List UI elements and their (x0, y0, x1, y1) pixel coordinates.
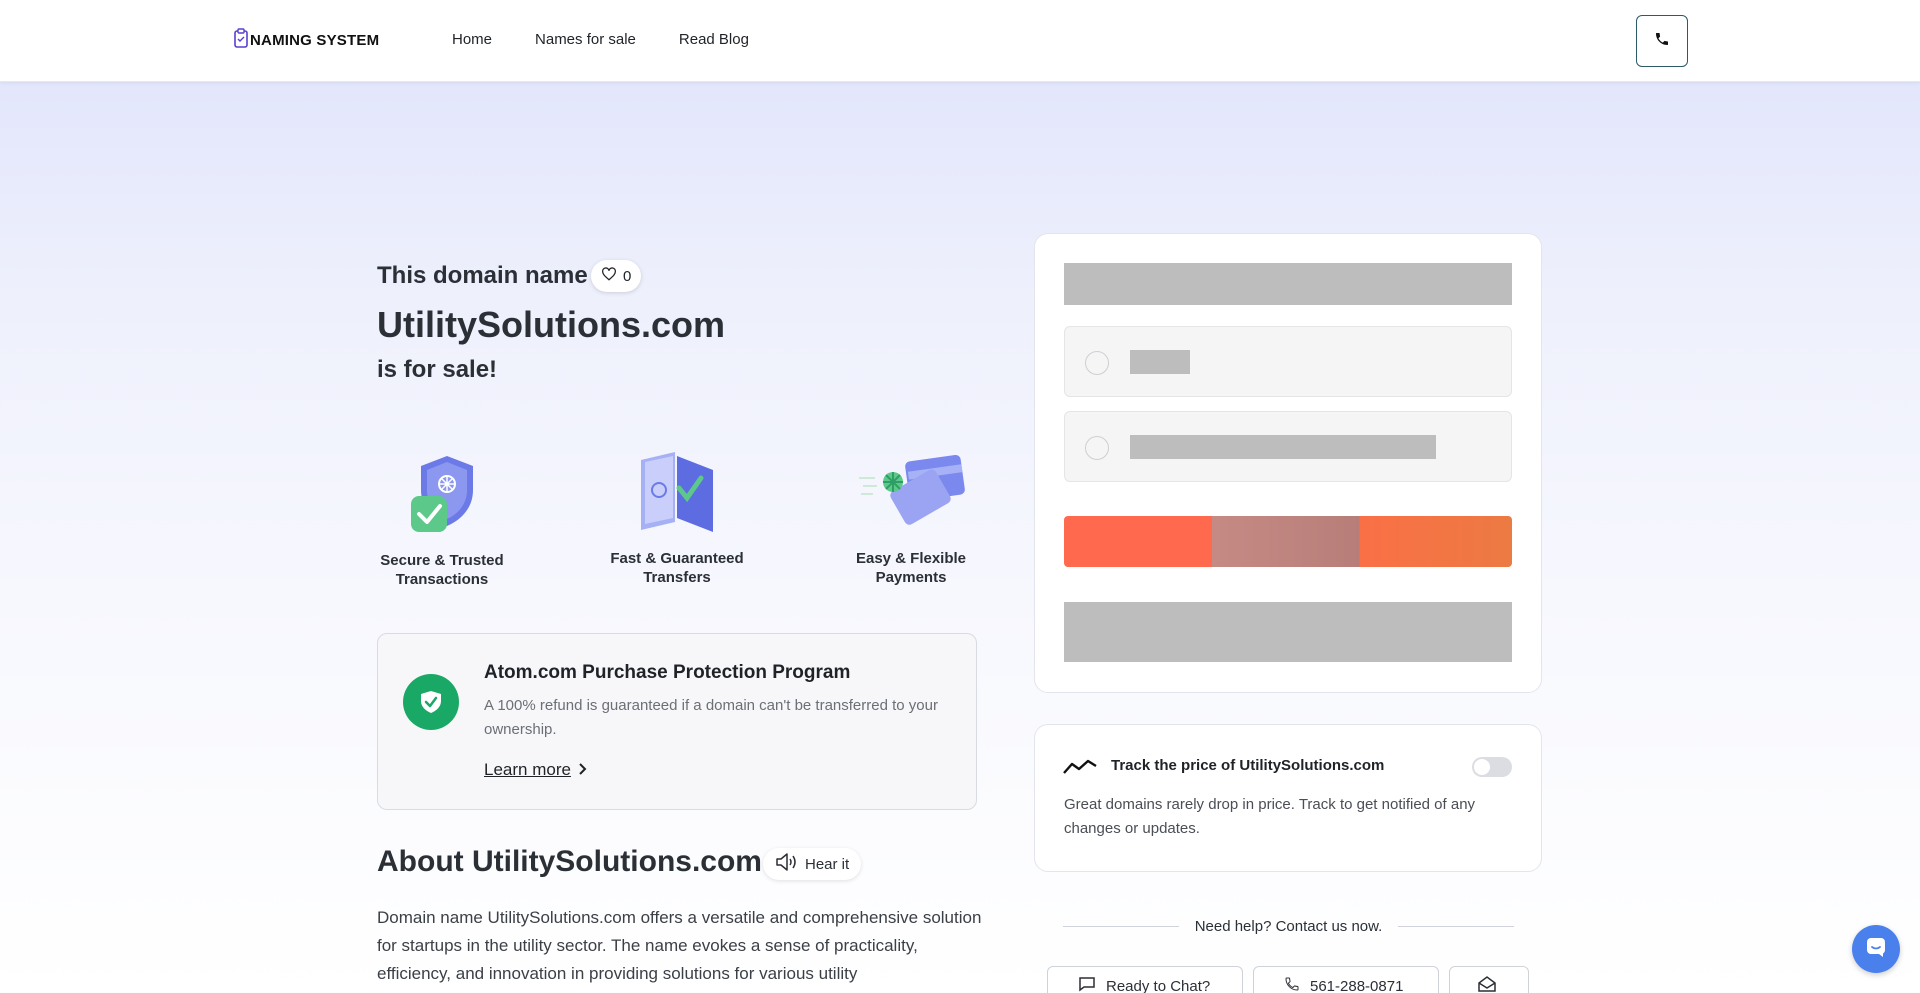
purchase-option-1[interactable] (1064, 326, 1512, 397)
protection-description: A 100% refund is guaranteed if a domain … (484, 697, 938, 738)
feature-transfers: Fast & Guaranteed Transfers (602, 448, 752, 587)
purchase-option-2[interactable] (1064, 411, 1512, 482)
feature-label: Easy & Flexible Payments (855, 550, 967, 586)
feature-label: Secure & Trusted Transactions (380, 552, 504, 588)
divider-line (1398, 926, 1514, 927)
phone-contact-button[interactable]: 561-288-0871 (1253, 966, 1439, 993)
phone-icon (1654, 31, 1670, 52)
contact-help-divider: Need help? Contact us now. (1063, 918, 1514, 935)
for-sale-text: is for sale! (377, 356, 498, 383)
site-logo[interactable]: NAMING SYSTEM (234, 28, 379, 53)
option-label-skeleton (1130, 350, 1190, 374)
track-price-card: Track the price of UtilitySolutions.com … (1034, 724, 1542, 872)
radio-button[interactable] (1085, 436, 1109, 460)
hear-it-button[interactable]: Hear it (763, 848, 862, 880)
trend-line-icon (1063, 757, 1097, 780)
feature-label: Fast & Guaranteed Transfers (610, 550, 744, 586)
option-label-skeleton (1130, 435, 1436, 459)
phone-icon (1284, 976, 1300, 993)
phone-number: 561-288-0871 (1310, 977, 1404, 993)
shield-check-badge-icon (403, 674, 459, 730)
transfer-folders-icon (627, 452, 727, 542)
payment-cards-icon (851, 454, 971, 542)
hero-intro: This domain name (377, 262, 588, 289)
nav-home[interactable]: Home (452, 31, 492, 48)
buy-now-button[interactable] (1064, 516, 1512, 567)
like-button[interactable]: 0 (591, 260, 642, 292)
purchase-protection-box: Atom.com Purchase Protection Program A 1… (377, 633, 977, 810)
secondary-button-skeleton[interactable] (1064, 602, 1512, 662)
chat-widget-icon (1865, 936, 1887, 963)
feature-payments: Easy & Flexible Payments (836, 448, 986, 587)
radio-button[interactable] (1085, 351, 1109, 375)
like-count: 0 (623, 267, 632, 285)
hear-it-label: Hear it (805, 855, 850, 873)
track-price-toggle[interactable] (1472, 757, 1512, 777)
heart-icon (601, 267, 617, 285)
call-button[interactable] (1636, 15, 1688, 67)
chat-label: Ready to Chat? (1106, 977, 1211, 993)
shield-check-icon (397, 456, 487, 544)
chat-button[interactable]: Ready to Chat? (1047, 966, 1243, 993)
domain-name-title: UtilitySolutions.com (377, 304, 726, 345)
nav-names-for-sale[interactable]: Names for sale (535, 31, 636, 48)
envelope-open-icon (1478, 976, 1496, 993)
chat-bubble-icon (1078, 976, 1096, 993)
learn-more-label: Learn more (484, 760, 571, 779)
email-contact-button[interactable] (1449, 966, 1529, 993)
about-title: About UtilitySolutions.com (377, 845, 762, 878)
divider-line (1063, 926, 1179, 927)
purchase-card (1034, 233, 1542, 693)
feature-secure: Secure & Trusted Transactions (367, 450, 517, 589)
about-description: Domain name UtilitySolutions.com offers … (377, 908, 982, 983)
track-price-title: Track the price of UtilitySolutions.com (1111, 757, 1385, 774)
speaker-icon (775, 853, 797, 875)
chevron-right-icon (579, 760, 587, 780)
protection-title: Atom.com Purchase Protection Program (484, 662, 851, 683)
help-text: Need help? Contact us now. (1194, 918, 1383, 935)
clipboard-logo-icon (234, 28, 248, 53)
main-nav: Home Names for sale Read Blog (452, 31, 749, 48)
track-price-description: Great domains rarely drop in price. Trac… (1064, 796, 1476, 837)
nav-read-blog[interactable]: Read Blog (679, 31, 749, 48)
logo-text: NAMING SYSTEM (250, 32, 380, 49)
learn-more-link[interactable]: Learn more (484, 760, 587, 780)
price-skeleton (1064, 263, 1512, 305)
site-header: NAMING SYSTEM Home Names for sale Read B… (0, 0, 1920, 82)
live-chat-launcher[interactable] (1852, 925, 1900, 973)
